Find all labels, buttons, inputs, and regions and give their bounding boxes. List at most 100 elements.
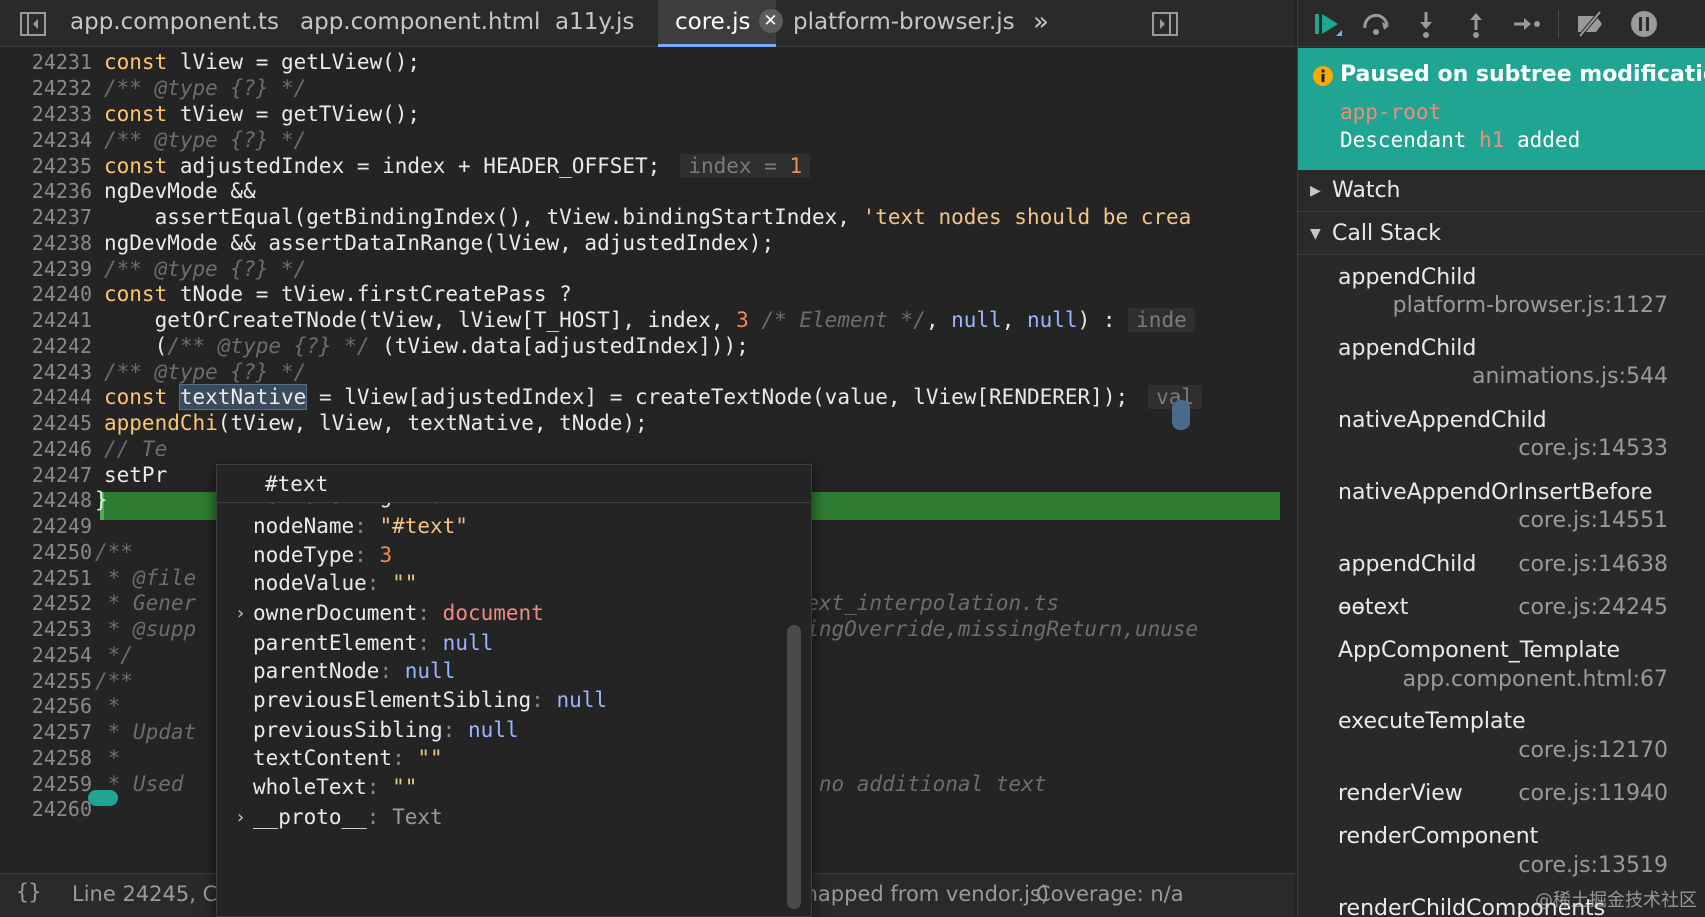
line-number[interactable]: 24241 bbox=[0, 308, 92, 332]
paused-node-link[interactable]: app-root bbox=[1340, 100, 1441, 124]
expand-caret-icon[interactable]: › bbox=[235, 603, 246, 624]
line-number[interactable]: 24254 bbox=[0, 643, 92, 667]
property-row[interactable]: previousElementSibling: null bbox=[253, 688, 607, 712]
step-into-icon[interactable] bbox=[1410, 8, 1442, 40]
line-number[interactable]: 24251 bbox=[0, 566, 92, 590]
line-number[interactable]: 24248 bbox=[0, 488, 92, 512]
frame-location[interactable]: core.js:14551 bbox=[1518, 508, 1668, 533]
code-line: /** @type {?} */ bbox=[104, 360, 307, 384]
step-out-icon[interactable] bbox=[1460, 8, 1492, 40]
frame-location[interactable]: animations.js:544 bbox=[1472, 364, 1668, 389]
toggle-navigator-icon[interactable] bbox=[18, 9, 48, 39]
deactivate-breakpoints-icon[interactable] bbox=[1574, 8, 1606, 40]
close-tab-icon[interactable]: ✕ bbox=[758, 9, 783, 33]
popover-scrollbar[interactable] bbox=[787, 625, 801, 909]
frame-location[interactable]: core.js:24245 bbox=[1518, 595, 1668, 620]
property-row[interactable]: __proto__: Text bbox=[253, 805, 443, 829]
horizontal-scroll-marker[interactable] bbox=[88, 790, 118, 806]
frame-location[interactable]: core.js:14533 bbox=[1518, 436, 1668, 461]
code-line: (/** @type {?} */ (tView.data[adjustedIn… bbox=[104, 334, 749, 358]
line-number[interactable]: 24242 bbox=[0, 334, 92, 358]
step-icon[interactable] bbox=[1510, 8, 1542, 40]
line-number[interactable]: 24252 bbox=[0, 591, 92, 615]
frame-function: AppComponent_Template bbox=[1338, 638, 1621, 663]
frame-location[interactable]: core.js:14638 bbox=[1518, 552, 1668, 577]
code-line: ngDevMode && assertDataInRange(lView, ad… bbox=[104, 231, 775, 255]
code-line: * @supp bbox=[95, 617, 197, 641]
line-number[interactable]: 24250 bbox=[0, 540, 92, 564]
line-number[interactable]: 24256 bbox=[0, 694, 92, 718]
resume-icon[interactable] bbox=[1312, 8, 1344, 40]
line-number[interactable]: 24245 bbox=[0, 411, 92, 435]
line-number[interactable]: 24238 bbox=[0, 231, 92, 255]
popover-title: #text bbox=[217, 465, 811, 503]
code-line: setPr bbox=[104, 463, 168, 487]
call-stack-list: appendChild platform-browser.js:1127 app… bbox=[1298, 257, 1705, 917]
watch-section-header[interactable]: ▶ Watch bbox=[1298, 170, 1705, 212]
step-over-icon[interactable] bbox=[1360, 8, 1392, 40]
line-number[interactable]: 24255 bbox=[0, 669, 92, 693]
line-number[interactable]: 24258 bbox=[0, 746, 92, 770]
line-number[interactable]: 24247 bbox=[0, 463, 92, 487]
line-number[interactable]: 24235 bbox=[0, 154, 92, 178]
highlighted-variable[interactable]: textNative bbox=[178, 384, 308, 410]
line-number[interactable]: 24260 bbox=[0, 797, 92, 821]
tab-platform-browser-js[interactable]: platform-browser.js bbox=[793, 0, 1015, 47]
property-row[interactable]: nodeType: 3 bbox=[253, 543, 392, 567]
line-number[interactable]: 24259 bbox=[0, 772, 92, 796]
line-number[interactable]: 24233 bbox=[0, 102, 92, 126]
line-number[interactable]: 24246 bbox=[0, 437, 92, 461]
object-preview-popover[interactable]: #text nextElementSibling: null nextSibli… bbox=[216, 464, 812, 917]
tab-core-js-label: core.js bbox=[675, 9, 751, 35]
line-number[interactable]: 24234 bbox=[0, 128, 92, 152]
line-number[interactable]: 24237 bbox=[0, 205, 92, 229]
frame-location[interactable]: core.js:12170 bbox=[1518, 738, 1668, 763]
line-number[interactable]: 24244 bbox=[0, 385, 92, 409]
property-row[interactable]: nodeValue: "" bbox=[253, 571, 417, 595]
code-line: /** @type {?} */ bbox=[104, 257, 307, 281]
code-line: getOrCreateTNode(tView, lView[T_HOST], i… bbox=[104, 308, 1195, 332]
tab-core-js[interactable]: core.js ✕ bbox=[658, 0, 783, 47]
tab-app-component-html[interactable]: app.component.html bbox=[300, 0, 540, 47]
line-number[interactable]: 24249 bbox=[0, 514, 92, 538]
line-number[interactable]: 24236 bbox=[0, 179, 92, 203]
inline-value: inde bbox=[1128, 308, 1195, 332]
call-stack-section-header[interactable]: ▼ Call Stack bbox=[1298, 213, 1705, 255]
tab-a11y-js[interactable]: a11y.js bbox=[555, 0, 634, 47]
line-number[interactable]: 24239 bbox=[0, 257, 92, 281]
pause-on-exceptions-icon[interactable] bbox=[1628, 8, 1660, 40]
expand-caret-icon[interactable]: › bbox=[235, 807, 246, 828]
property-row[interactable]: parentNode: null bbox=[253, 659, 455, 683]
frame-function: ɵɵtext bbox=[1338, 595, 1409, 620]
tab-app-component-ts[interactable]: app.component.ts bbox=[70, 0, 279, 47]
frame-location[interactable]: platform-browser.js:1127 bbox=[1393, 293, 1668, 318]
property-row[interactable]: textContent: "" bbox=[253, 746, 443, 770]
code-line: appendChi(tView, lView, textNative, tNod… bbox=[104, 411, 648, 435]
code-line: /** bbox=[95, 669, 133, 693]
property-row[interactable]: wholeText: "" bbox=[253, 775, 417, 799]
code-line: * Updat bbox=[95, 720, 197, 744]
property-row[interactable]: parentElement: null bbox=[253, 631, 493, 655]
frame-function: appendChild bbox=[1338, 336, 1477, 361]
paused-description: Descendant h1 added bbox=[1340, 128, 1581, 152]
line-number[interactable]: 24240 bbox=[0, 282, 92, 306]
cursor-position: Line 24245, C bbox=[72, 882, 218, 906]
property-row[interactable]: previousSibling: null bbox=[253, 718, 519, 742]
pretty-print-icon[interactable]: {} bbox=[16, 880, 41, 904]
line-number[interactable]: 24253 bbox=[0, 617, 92, 641]
expand-caret-icon: ▶ bbox=[1310, 183, 1321, 199]
line-number[interactable]: 24231 bbox=[0, 50, 92, 74]
line-number[interactable]: 24232 bbox=[0, 76, 92, 100]
more-tabs-icon[interactable]: » bbox=[1033, 0, 1049, 47]
editor-scrollbar-thumb[interactable] bbox=[1172, 400, 1190, 430]
line-number[interactable]: 24257 bbox=[0, 720, 92, 744]
toggle-debugger-icon[interactable] bbox=[1150, 9, 1180, 39]
line-number[interactable]: 24243 bbox=[0, 360, 92, 384]
property-row[interactable]: nodeName: "#text" bbox=[253, 514, 468, 538]
frame-location[interactable]: app.component.html:67 bbox=[1403, 667, 1668, 692]
frame-location[interactable]: core.js:11940 bbox=[1518, 781, 1668, 806]
code-line: // Te bbox=[104, 437, 168, 461]
debugger-toolbar bbox=[1298, 0, 1705, 47]
frame-location[interactable]: core.js:13519 bbox=[1518, 853, 1668, 878]
property-row[interactable]: ownerDocument: document bbox=[253, 601, 544, 625]
